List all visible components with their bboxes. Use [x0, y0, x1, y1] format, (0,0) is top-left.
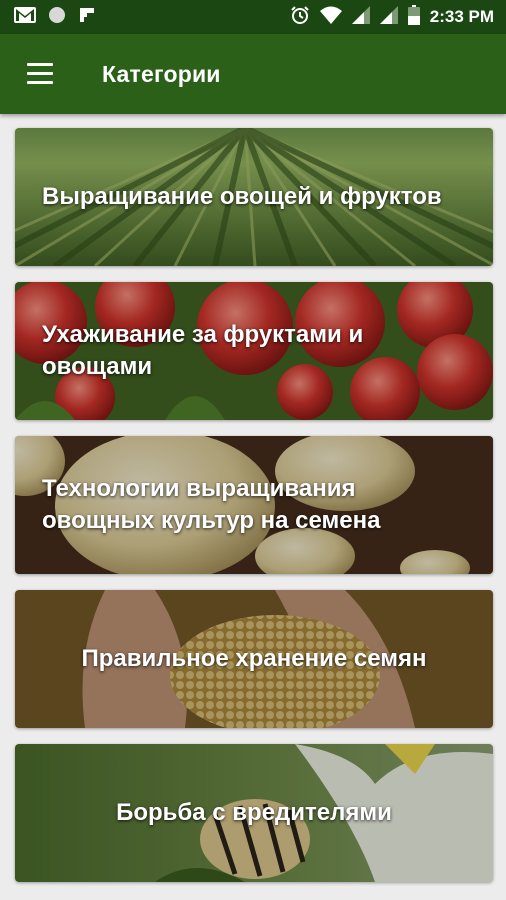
circle-icon: [48, 6, 66, 29]
alarm-icon: [290, 5, 310, 30]
battery-icon: [407, 4, 420, 30]
wifi-icon: [319, 6, 342, 29]
category-card[interactable]: Ухаживание за фруктами и овощами: [15, 282, 493, 420]
status-time: 2:33 PM: [429, 7, 494, 26]
category-card[interactable]: Правильное хранение семян: [15, 590, 493, 728]
gmail-icon: [14, 6, 36, 28]
category-list: Выращивание овощей и фруктов Ухаживание …: [15, 128, 493, 898]
signal-icon: [351, 5, 370, 29]
status-bar: 2:33 PM: [0, 0, 506, 34]
app-bar: Категории: [0, 34, 506, 114]
category-label: Правильное хранение семян: [81, 645, 427, 672]
signal-icon: [379, 5, 398, 29]
category-label: Ухаживание за фруктами и овощами: [42, 321, 364, 380]
category-label: Технологии выращивания овощных культур н…: [42, 475, 381, 534]
category-card[interactable]: Борьба с вредителями: [15, 744, 493, 882]
page-title: Категории: [102, 60, 221, 87]
category-card[interactable]: Выращивание овощей и фруктов: [15, 128, 493, 266]
hamburger-menu-icon[interactable]: [27, 63, 57, 85]
category-card[interactable]: Технологии выращивания овощных культур н…: [15, 436, 493, 574]
flipboard-icon: [78, 6, 96, 29]
category-label: Выращивание овощей и фруктов: [42, 183, 442, 210]
category-label: Борьба с вредителями: [116, 799, 392, 826]
